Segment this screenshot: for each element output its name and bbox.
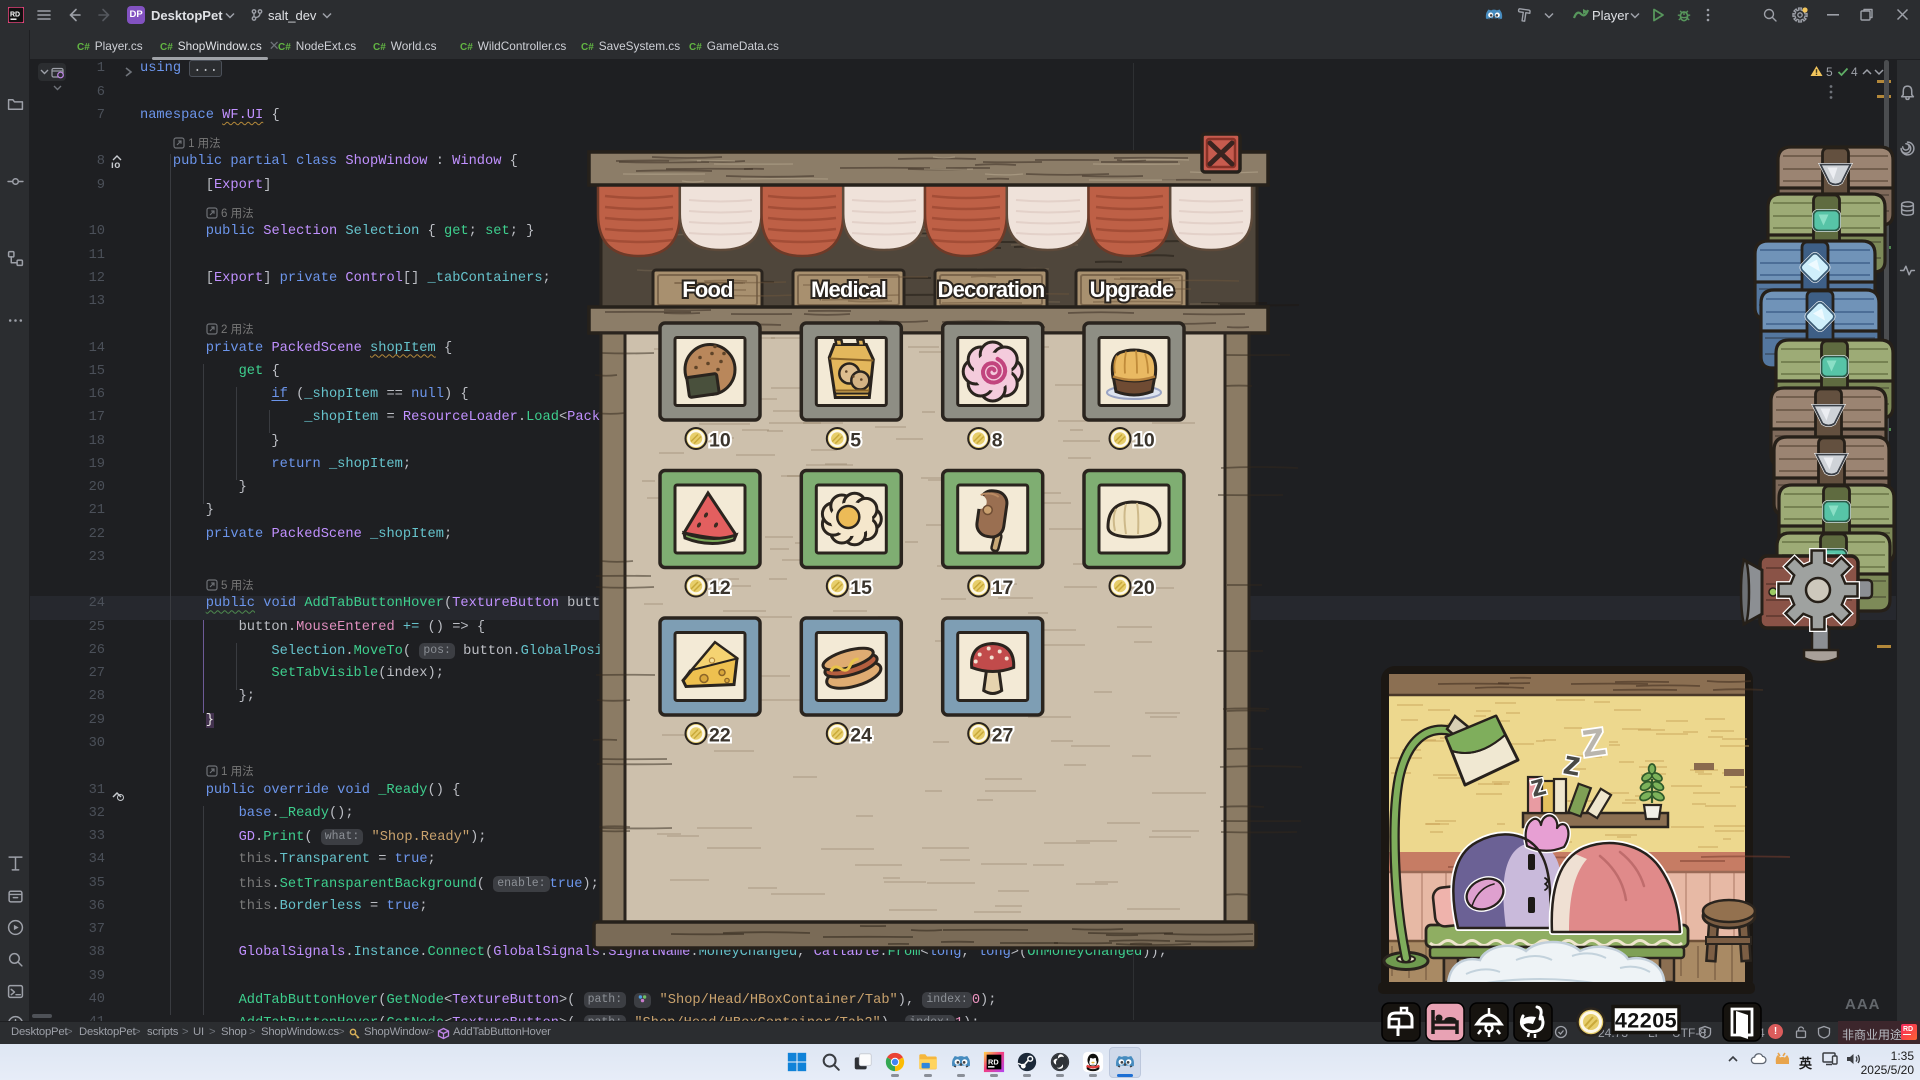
svg-text:42205: 42205 <box>1615 1009 1677 1033</box>
